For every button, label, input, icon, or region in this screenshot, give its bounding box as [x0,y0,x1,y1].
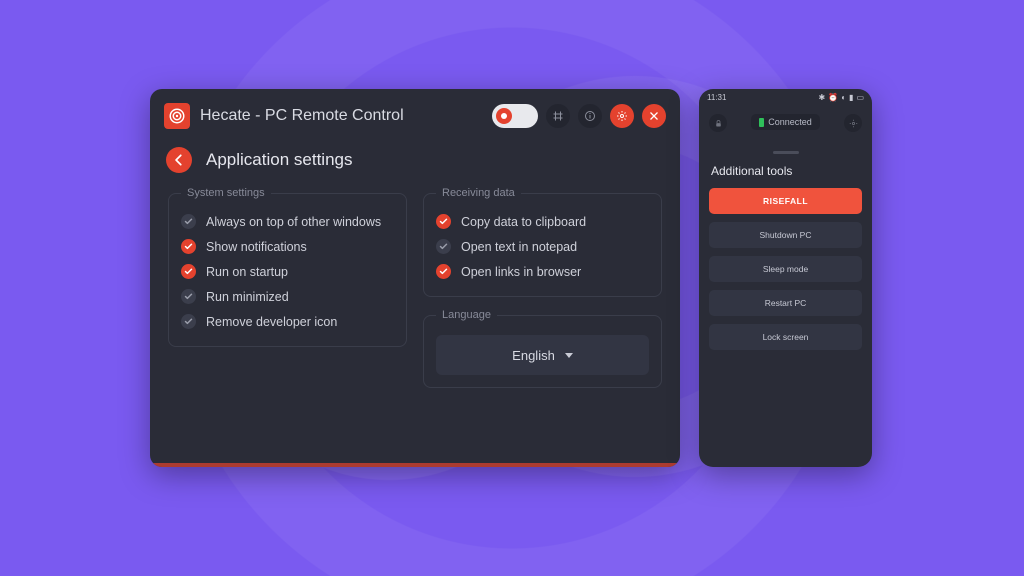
connection-bar-icon [759,118,764,127]
group-legend: System settings [181,187,271,199]
checkbox-unchecked-icon [181,314,196,329]
language-value: English [512,348,555,363]
column-right: Receiving data Copy data to clipboard Ope… [423,187,662,449]
checkbox-unchecked-icon [181,289,196,304]
phone-tool-button[interactable]: Sleep mode [709,256,862,282]
phone-tool-button[interactable]: Restart PC [709,290,862,316]
connection-label: Connected [768,117,812,127]
column-left: System settings Always on top of other w… [168,187,407,449]
checkbox-checked-icon [436,214,451,229]
language-group: Language English [423,309,662,388]
option-label: Copy data to clipboard [461,215,586,229]
option-label: Always on top of other windows [206,215,381,229]
setting-option[interactable]: Show notifications [181,234,394,259]
setting-option[interactable]: Always on top of other windows [181,209,394,234]
lock-icon [714,119,723,128]
connection-indicator[interactable] [492,104,538,128]
settings-window: Hecate - PC Remote Control Application s… [150,89,680,467]
drag-handle[interactable] [773,151,799,154]
language-select[interactable]: English [436,335,649,375]
alarm-icon: ⏰ [828,93,838,102]
back-button[interactable] [166,147,192,173]
phone-section-title: Additional tools [699,164,872,188]
settings-columns: System settings Always on top of other w… [150,187,680,467]
setting-option[interactable]: Open links in browser [436,259,649,284]
devices-icon [552,110,564,122]
status-time: 11:31 [707,93,726,102]
spiral-icon [168,107,186,125]
phone-connection-pill[interactable]: Connected [751,114,820,130]
setting-option[interactable]: Remove developer icon [181,309,394,334]
checkbox-unchecked-icon [181,214,196,229]
system-settings-group: System settings Always on top of other w… [168,187,407,347]
setting-option[interactable]: Open text in notepad [436,234,649,259]
battery-icon: ▭ [856,93,864,102]
titlebar: Hecate - PC Remote Control [150,89,680,143]
receiving-options: Copy data to clipboard Open text in notep… [436,209,649,284]
gear-icon [849,119,858,128]
gear-icon [616,110,628,122]
option-label: Run on startup [206,265,288,279]
option-label: Open links in browser [461,265,581,279]
close-icon [648,110,660,122]
option-label: Remove developer icon [206,315,337,329]
page-header: Application settings [150,143,680,187]
close-button[interactable] [642,104,666,128]
settings-button[interactable] [610,104,634,128]
wifi-icon: ◐ [841,93,846,102]
status-icons: ✱⏰◐▮▭ [816,93,864,102]
system-options: Always on top of other windows Show notif… [181,209,394,334]
checkbox-checked-icon [181,239,196,254]
info-icon [584,110,596,122]
titlebar-buttons [492,104,666,128]
window-title: Hecate - PC Remote Control [200,107,492,125]
page-title: Application settings [206,150,352,170]
app-logo [164,103,190,129]
phone-tool-button[interactable]: RISEFALL [709,188,862,214]
setting-option[interactable]: Copy data to clipboard [436,209,649,234]
signal-icon: ▮ [849,93,853,102]
checkbox-checked-icon [181,264,196,279]
connection-dot-icon [496,108,512,124]
option-label: Run minimized [206,290,289,304]
devices-button[interactable] [546,104,570,128]
checkbox-checked-icon [436,264,451,279]
setting-option[interactable]: Run on startup [181,259,394,284]
receiving-data-group: Receiving data Copy data to clipboard Ope… [423,187,662,297]
bluetooth-icon: ✱ [819,93,826,102]
phone-lock-button[interactable] [709,114,727,132]
setting-option[interactable]: Run minimized [181,284,394,309]
phone-tool-list: RISEFALL Shutdown PC Sleep mode Restart PC L… [699,188,872,350]
chevron-down-icon [565,353,573,358]
option-label: Open text in notepad [461,240,577,254]
arrow-left-icon [172,153,186,167]
phone-settings-button[interactable] [844,114,862,132]
checkbox-unchecked-icon [436,239,451,254]
option-label: Show notifications [206,240,307,254]
phone-topbar: Connected [699,105,872,139]
info-button[interactable] [578,104,602,128]
phone-statusbar: 11:31 ✱⏰◐▮▭ [699,89,872,105]
phone-tool-button[interactable]: Shutdown PC [709,222,862,248]
group-legend: Receiving data [436,187,521,199]
companion-phone: 11:31 ✱⏰◐▮▭ Connected Additional tools R… [699,89,872,467]
group-legend: Language [436,309,497,321]
phone-tool-button[interactable]: Lock screen [709,324,862,350]
